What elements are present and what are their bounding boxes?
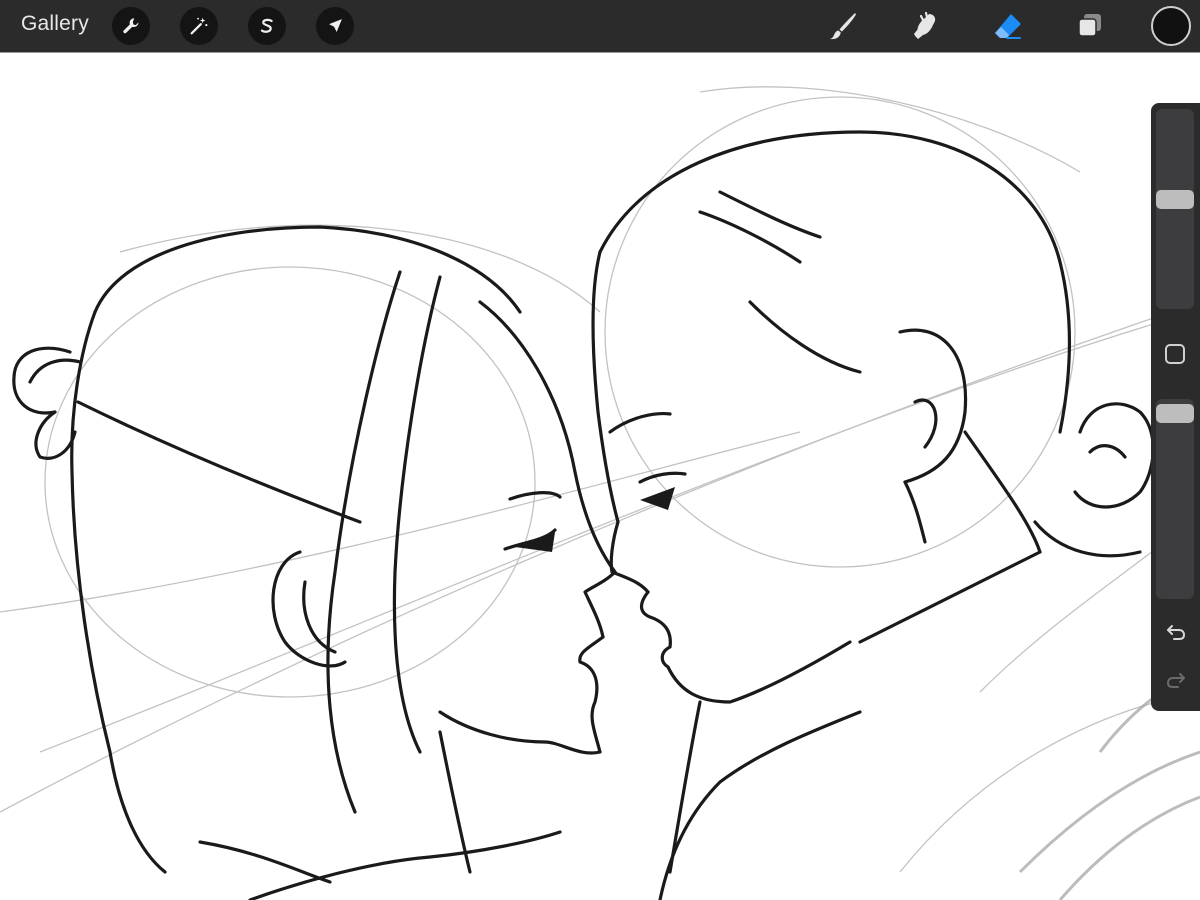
paint-tool-button[interactable] [823,6,863,46]
drawing-canvas[interactable] [0,52,1200,900]
adjustments-button[interactable] [180,7,218,45]
right-figure [591,130,1155,900]
actions-button[interactable] [112,7,150,45]
smudge-icon [914,11,936,39]
wrench-icon [123,18,139,34]
magic-wand-icon [190,17,208,35]
brush-size-slider[interactable] [1156,109,1194,309]
transform-arrow-icon [329,19,342,32]
brush-sidebar [1151,103,1200,711]
eraser-icon [995,14,1021,39]
left-figure [12,225,617,900]
brush-size-thumb[interactable] [1156,190,1194,210]
opacity-thumb[interactable] [1156,404,1194,424]
undo-button[interactable] [1162,618,1190,646]
layers-button[interactable] [1070,6,1110,46]
smudge-tool-button[interactable] [905,6,945,46]
opacity-slider[interactable] [1156,399,1194,599]
layers-icon [1078,14,1101,37]
sketch-artwork [0,86,1200,900]
top-toolbar: Gallery [0,0,1200,52]
gallery-button[interactable]: Gallery [21,12,89,36]
brush-icon [830,13,856,40]
left-eye [515,532,555,552]
selection-button[interactable] [248,7,286,45]
modify-square-icon[interactable] [1165,344,1185,364]
undo-icon [1167,625,1186,640]
construction-lines [0,86,1200,873]
transform-button[interactable] [316,7,354,45]
selection-s-icon [260,18,273,33]
color-picker-button[interactable] [1151,6,1191,46]
eraser-tool-button[interactable] [988,6,1028,46]
redo-button[interactable] [1162,666,1190,694]
right-eye [640,487,675,510]
redo-icon [1166,673,1185,688]
